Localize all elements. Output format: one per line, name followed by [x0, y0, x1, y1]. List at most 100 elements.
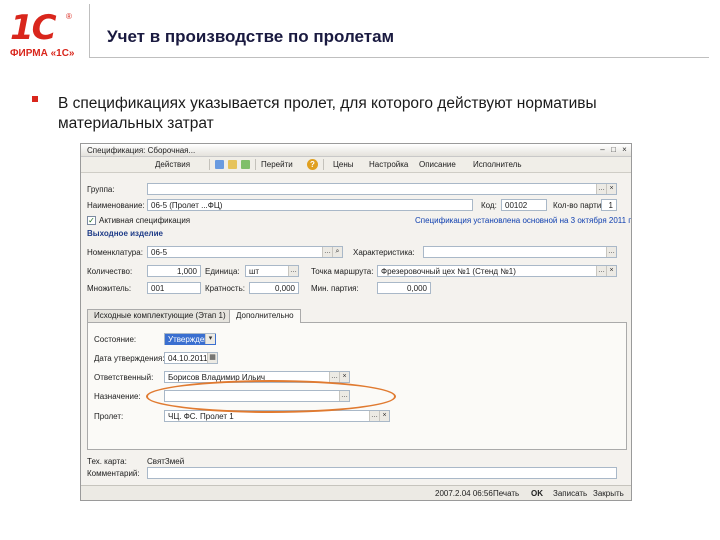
maximize-icon[interactable]: □ [609, 145, 618, 154]
status-info: 2007.2.04 06:56 [435, 489, 493, 498]
window-title: Спецификация: Сборочная... [87, 146, 196, 155]
clear-icon[interactable]: × [379, 411, 389, 421]
print-button[interactable]: Печать [493, 489, 519, 498]
techcard-label: Тех. карта: [87, 457, 127, 466]
techcard-value: СвятЗмей [147, 457, 185, 466]
batch-count-field[interactable]: 1 [601, 199, 617, 211]
responsible-label: Ответственный: [94, 373, 154, 382]
multiplier-field[interactable]: 001 [147, 282, 201, 294]
clear-icon[interactable]: × [339, 372, 349, 382]
logo-registered: ® [66, 12, 72, 21]
logo-mark: 1С [10, 8, 57, 48]
select-icon[interactable]: … [596, 184, 606, 194]
quantity-label: Количество: [87, 267, 133, 276]
group-field[interactable]: … × [147, 183, 617, 195]
stages-button[interactable]: Исполнитель [473, 160, 522, 169]
batch-count-label: Кол-во партий: [553, 201, 608, 210]
ok-button[interactable]: OK [531, 489, 543, 498]
approval-date-value: 04.10.2011 [168, 354, 208, 363]
select-icon[interactable]: … [322, 247, 332, 257]
clear-icon[interactable]: × [606, 184, 616, 194]
unit-label: Единица: [205, 267, 240, 276]
quantity-value: 1,000 [176, 267, 197, 276]
save-button[interactable]: Записать [553, 489, 587, 498]
unit-field[interactable]: шт … [245, 265, 299, 277]
min-batch-label: Мин. партия: [311, 284, 359, 293]
specification-window: Спецификация: Сборочная... – □ × Действи… [80, 143, 632, 501]
edit-icon[interactable] [228, 160, 237, 169]
tab-additional[interactable]: Дополнительно [229, 309, 301, 323]
price-button[interactable]: Цены [333, 160, 354, 169]
characteristic-label: Характеристика: [353, 248, 415, 257]
unit-value: шт [249, 267, 260, 276]
ratio-value: 0,000 [274, 284, 295, 293]
calendar-icon[interactable]: ▦ [207, 353, 217, 363]
batch-count-value: 1 [608, 201, 613, 210]
select-icon[interactable]: … [596, 266, 606, 276]
tab-components[interactable]: Исходные комплектующие (Этап 1) [87, 309, 233, 322]
select-icon[interactable]: … [329, 372, 339, 382]
firm-logo: 1С ® ФИРМА «1С» [8, 8, 80, 60]
bullet-marker [32, 96, 38, 102]
span-field-highlight [146, 380, 396, 413]
name-field[interactable]: 06-5 (Пролет ...ФЦ) [147, 199, 473, 211]
comment-label: Комментарий: [87, 469, 140, 478]
chevron-down-icon[interactable]: ▾ [205, 334, 215, 344]
close-button[interactable]: Закрыть [593, 489, 624, 498]
refresh-icon[interactable] [241, 160, 250, 169]
select-icon[interactable]: … [606, 247, 616, 257]
select-icon[interactable]: … [288, 266, 298, 276]
header-divider-horizontal [89, 57, 709, 58]
code-value: 00102 [505, 201, 528, 210]
state-field[interactable]: Утверждена ▾ [164, 333, 217, 345]
characteristic-field[interactable]: … [423, 246, 617, 258]
main-spec-link[interactable]: Спецификация установлена основной на 3 о… [415, 216, 631, 225]
code-field[interactable]: 00102 [501, 199, 547, 211]
product-value: 06-5 [151, 248, 168, 257]
minimize-icon[interactable]: – [598, 145, 607, 154]
toolbar-separator [323, 159, 324, 170]
toolbar-separator [255, 159, 256, 170]
multiplier-value: 001 [151, 284, 165, 293]
active-spec-checkbox[interactable]: ✓ [87, 216, 96, 225]
logo-text: ФИРМА «1С» [10, 48, 75, 59]
window-titlebar: Спецификация: Сборочная... – □ × [81, 144, 631, 157]
window-toolbar: Действия Перейти ? Цены Настройка Описан… [81, 157, 631, 173]
name-label: Наименование: [87, 201, 145, 210]
ratio-label: Кратность: [205, 284, 245, 293]
ratio-field[interactable]: 0,000 [249, 282, 299, 294]
route-point-value: Фрезеровочный цех №1 (Стенд №1) [381, 267, 516, 276]
window-statusbar: 2007.2.04 06:56 Печать OK Записать Закры… [81, 485, 631, 500]
group-label: Группа: [87, 185, 115, 194]
approval-date-label: Дата утверждения: [94, 354, 165, 363]
min-batch-value: 0,000 [406, 284, 427, 293]
comment-field[interactable] [147, 467, 617, 479]
search-icon[interactable]: ⌕ [332, 247, 342, 257]
multiplier-label: Множитель: [87, 284, 132, 293]
product-field[interactable]: 06-5 … ⌕ [147, 246, 343, 258]
description-button[interactable]: Описание [419, 160, 456, 169]
bullet-text: В спецификациях указывается пролет, для … [58, 95, 597, 132]
route-point-label: Точка маршрута: [311, 267, 374, 276]
help-icon[interactable]: ? [307, 159, 318, 170]
route-point-field[interactable]: Фрезеровочный цех №1 (Стенд №1) … × [377, 265, 617, 277]
select-icon[interactable]: … [369, 411, 379, 421]
span-label: Пролет: [94, 412, 124, 421]
go-menu[interactable]: Перейти [261, 160, 293, 169]
save-icon[interactable] [215, 160, 224, 169]
clear-icon[interactable]: × [606, 266, 616, 276]
header-divider-vertical [89, 4, 90, 58]
slide-title: Учет в производстве по пролетам [107, 27, 395, 46]
min-batch-field[interactable]: 0,000 [377, 282, 431, 294]
settings-button[interactable]: Настройка [369, 160, 408, 169]
state-label: Состояние: [94, 335, 137, 344]
close-icon[interactable]: × [620, 145, 629, 154]
span-value: ЧЦ. ФС. Пролет 1 [168, 412, 234, 421]
output-product-section: Выходное изделие [87, 229, 163, 238]
name-value: 06-5 (Пролет ...ФЦ) [151, 201, 223, 210]
quantity-field[interactable]: 1,000 [147, 265, 201, 277]
approval-date-field[interactable]: 04.10.2011 ▦ [164, 352, 218, 364]
purpose-label: Назначение: [94, 392, 141, 401]
actions-menu[interactable]: Действия [155, 160, 190, 169]
product-label: Номенклатура: [87, 248, 143, 257]
